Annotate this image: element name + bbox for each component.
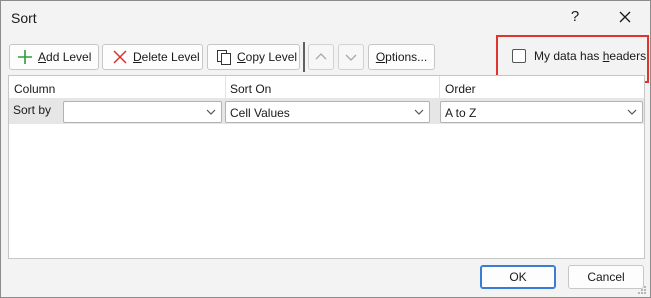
sort-on-value: Cell Values xyxy=(230,106,290,120)
headers-checkbox[interactable] xyxy=(512,49,526,63)
move-up-button[interactable] xyxy=(308,44,334,70)
copy-level-label: Copy Level xyxy=(237,50,298,64)
title-bar: Sort ? xyxy=(1,1,650,35)
ok-button[interactable]: OK xyxy=(480,265,556,289)
add-level-label: Add Level xyxy=(38,50,92,64)
help-button[interactable]: ? xyxy=(566,7,584,27)
toolbar-separator xyxy=(303,42,305,72)
close-icon xyxy=(619,11,631,23)
order-value: A to Z xyxy=(445,106,477,120)
chevron-down-icon xyxy=(345,54,357,61)
column-divider xyxy=(225,76,226,98)
headers-checkbox-label[interactable]: My data has headers xyxy=(534,49,646,63)
add-level-button[interactable]: Add Level xyxy=(9,44,99,70)
plus-icon xyxy=(18,50,32,64)
chevron-down-icon xyxy=(622,102,642,122)
dialog-title: Sort xyxy=(11,10,37,26)
cancel-button[interactable]: Cancel xyxy=(568,265,644,289)
chevron-up-icon xyxy=(315,53,327,60)
column-select[interactable] xyxy=(63,101,222,123)
options-button[interactable]: Options... xyxy=(368,44,435,70)
sort-dialog: Sort ? Add Level Delete Level Copy Level xyxy=(0,0,651,298)
column-divider xyxy=(439,76,440,98)
delete-level-button[interactable]: Delete Level xyxy=(102,44,203,70)
resize-grip-icon[interactable] xyxy=(637,285,647,295)
sort-on-select[interactable]: Cell Values xyxy=(225,101,430,123)
column-header-column: Column xyxy=(14,82,56,96)
x-icon xyxy=(113,50,127,64)
column-header-sort-on: Sort On xyxy=(230,82,272,96)
close-button[interactable] xyxy=(615,7,635,27)
copy-level-button[interactable]: Copy Level xyxy=(207,44,300,70)
column-header-order: Order xyxy=(445,82,476,96)
sort-levels-grid: Column Sort On Order Sort by Cell Values… xyxy=(8,75,645,259)
delete-level-label: Delete Level xyxy=(133,50,200,64)
chevron-down-icon xyxy=(201,102,221,122)
sort-by-label: Sort by xyxy=(13,103,52,117)
order-select[interactable]: A to Z xyxy=(440,101,643,123)
options-label: Options... xyxy=(375,50,428,64)
chevron-down-icon xyxy=(409,102,429,122)
move-down-button[interactable] xyxy=(338,44,364,70)
copy-icon xyxy=(217,50,231,65)
